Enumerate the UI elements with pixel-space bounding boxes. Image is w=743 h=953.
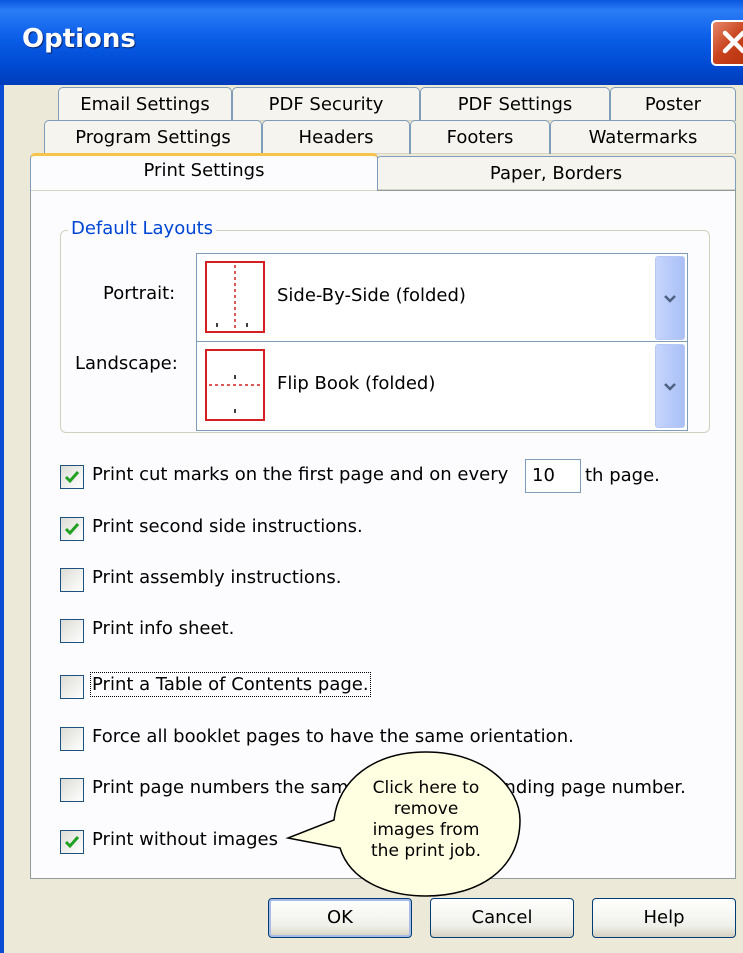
callout-text: Click here to remove images from the pri…: [371, 778, 481, 861]
tab-print-settings[interactable]: Print Settings: [30, 153, 378, 191]
options-dialog: Options Email Settings PDF Security PDF …: [0, 0, 743, 953]
cancel-button[interactable]: Cancel: [430, 898, 574, 938]
help-button[interactable]: Help: [592, 898, 736, 938]
ok-button[interactable]: OK: [268, 898, 412, 938]
tab-label: Print Settings: [143, 160, 265, 181]
